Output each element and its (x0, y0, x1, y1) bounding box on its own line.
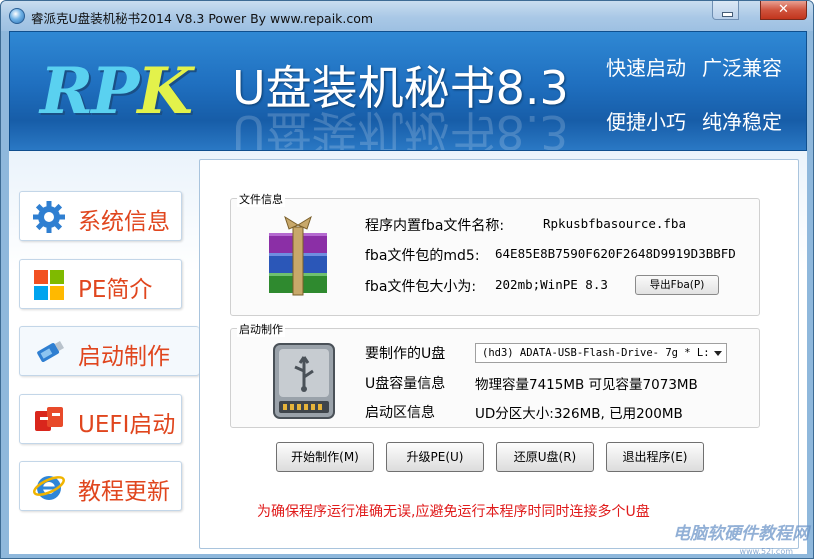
boot-partition-value: UD分区大小:326MB, 已用200MB (475, 406, 683, 422)
gear-icon (33, 201, 65, 233)
slogan-portable: 便捷小巧 (606, 110, 686, 134)
fba-size-label: fba文件包大小为: (365, 279, 477, 295)
capacity-label: U盘容量信息 (365, 376, 446, 392)
nav-item-boot-make[interactable]: 启动制作 (19, 326, 199, 376)
app-window: 睿派克U盘装机秘书2014 V8.3 Power By www.repaik.c… (0, 0, 814, 559)
slogan-fast-boot: 快速启动 (606, 56, 686, 80)
content-panel: 文件信息 程序内置fba文件名称: Rpkusbfbasource.fba fb… (199, 159, 799, 549)
nav-item-pe-intro[interactable]: PE简介 (19, 259, 182, 309)
slogan-compatible: 广泛兼容 (702, 56, 782, 80)
fba-md5-label: fba文件包的md5: (365, 248, 480, 264)
export-fba-button[interactable]: 导出Fba(P) (635, 275, 719, 295)
nav-label: 系统信息 (78, 209, 170, 235)
exit-program-button[interactable]: 退出程序(E) (606, 442, 704, 472)
boot-make-group: 启动制作 要制作的U盘 (hd3) ADATA-USB-Flash-Drive-… (230, 321, 760, 428)
fba-name-value: Rpkusbfbasource.fba (543, 216, 686, 231)
product-title-reflection: U盘装机秘书8.3 (232, 105, 569, 151)
warning-message: 为确保程序运行准确无误,应避免运行本程序时同时连接多个U盘 (257, 504, 650, 520)
nav-item-system-info[interactable]: 系统信息 (19, 191, 182, 241)
hard-disk-icon (273, 343, 335, 419)
site-watermark-url: www.52i.com (739, 547, 793, 556)
nav-label: PE简介 (78, 277, 153, 303)
fba-size-value: 202mb;WinPE 8.3 (495, 277, 608, 292)
file-info-legend: 文件信息 (237, 191, 285, 207)
boot-partition-label: 启动区信息 (365, 405, 435, 421)
target-disk-select[interactable]: (hd3) ADATA-USB-Flash-Drive- 7g * L: (475, 343, 727, 363)
site-watermark: 电脑软硬件教程网 (673, 524, 809, 544)
minimize-button[interactable] (712, 1, 739, 20)
nav-label: 启动制作 (78, 344, 170, 370)
file-info-group: 文件信息 程序内置fba文件名称: Rpkusbfbasource.fba fb… (230, 191, 760, 316)
app-icon (9, 8, 25, 24)
nav-label: 教程更新 (78, 479, 170, 505)
title-bar[interactable]: 睿派克U盘装机秘书2014 V8.3 Power By www.repaik.c… (1, 1, 813, 31)
rpk-logo: RPK (40, 54, 193, 129)
boot-make-legend: 启动制作 (237, 321, 285, 337)
uefi-logo-icon (35, 407, 63, 431)
windows-logo-icon (34, 270, 64, 300)
fba-md5-value: 64E85E8B7590F620F2648D9919D3BBFD (495, 246, 736, 261)
upgrade-pe-button[interactable]: 升级PE(U) (386, 442, 484, 472)
chevron-down-icon (714, 351, 722, 356)
ie-browser-icon (33, 476, 65, 500)
nav-item-uefi-boot[interactable]: UEFI启动 (19, 394, 182, 444)
nav-item-tutorial-update[interactable]: 教程更新 (19, 461, 182, 511)
banner: RPK U盘装机秘书8.3 U盘装机秘书8.3 快速启动 广泛兼容 便捷小巧 纯… (9, 31, 807, 151)
capacity-value: 物理容量7415MB 可见容量7073MB (475, 377, 698, 393)
main-body: 系统信息 PE简介 启动制作 UEFI启动 教程更新 文件信息 程序内置fba文… (9, 151, 807, 554)
start-make-button[interactable]: 开始制作(M) (276, 442, 374, 472)
target-disk-label: 要制作的U盘 (365, 346, 446, 362)
usb-drive-icon (37, 341, 64, 362)
nav-label: UEFI启动 (78, 412, 176, 438)
close-button[interactable]: ✕ (760, 1, 807, 20)
window-title: 睿派克U盘装机秘书2014 V8.3 Power By www.repaik.c… (31, 11, 374, 26)
winrar-archive-icon (269, 215, 327, 296)
slogan-clean: 纯净稳定 (702, 110, 782, 134)
restore-usb-button[interactable]: 还原U盘(R) (496, 442, 594, 472)
fba-name-label: 程序内置fba文件名称: (365, 218, 505, 234)
